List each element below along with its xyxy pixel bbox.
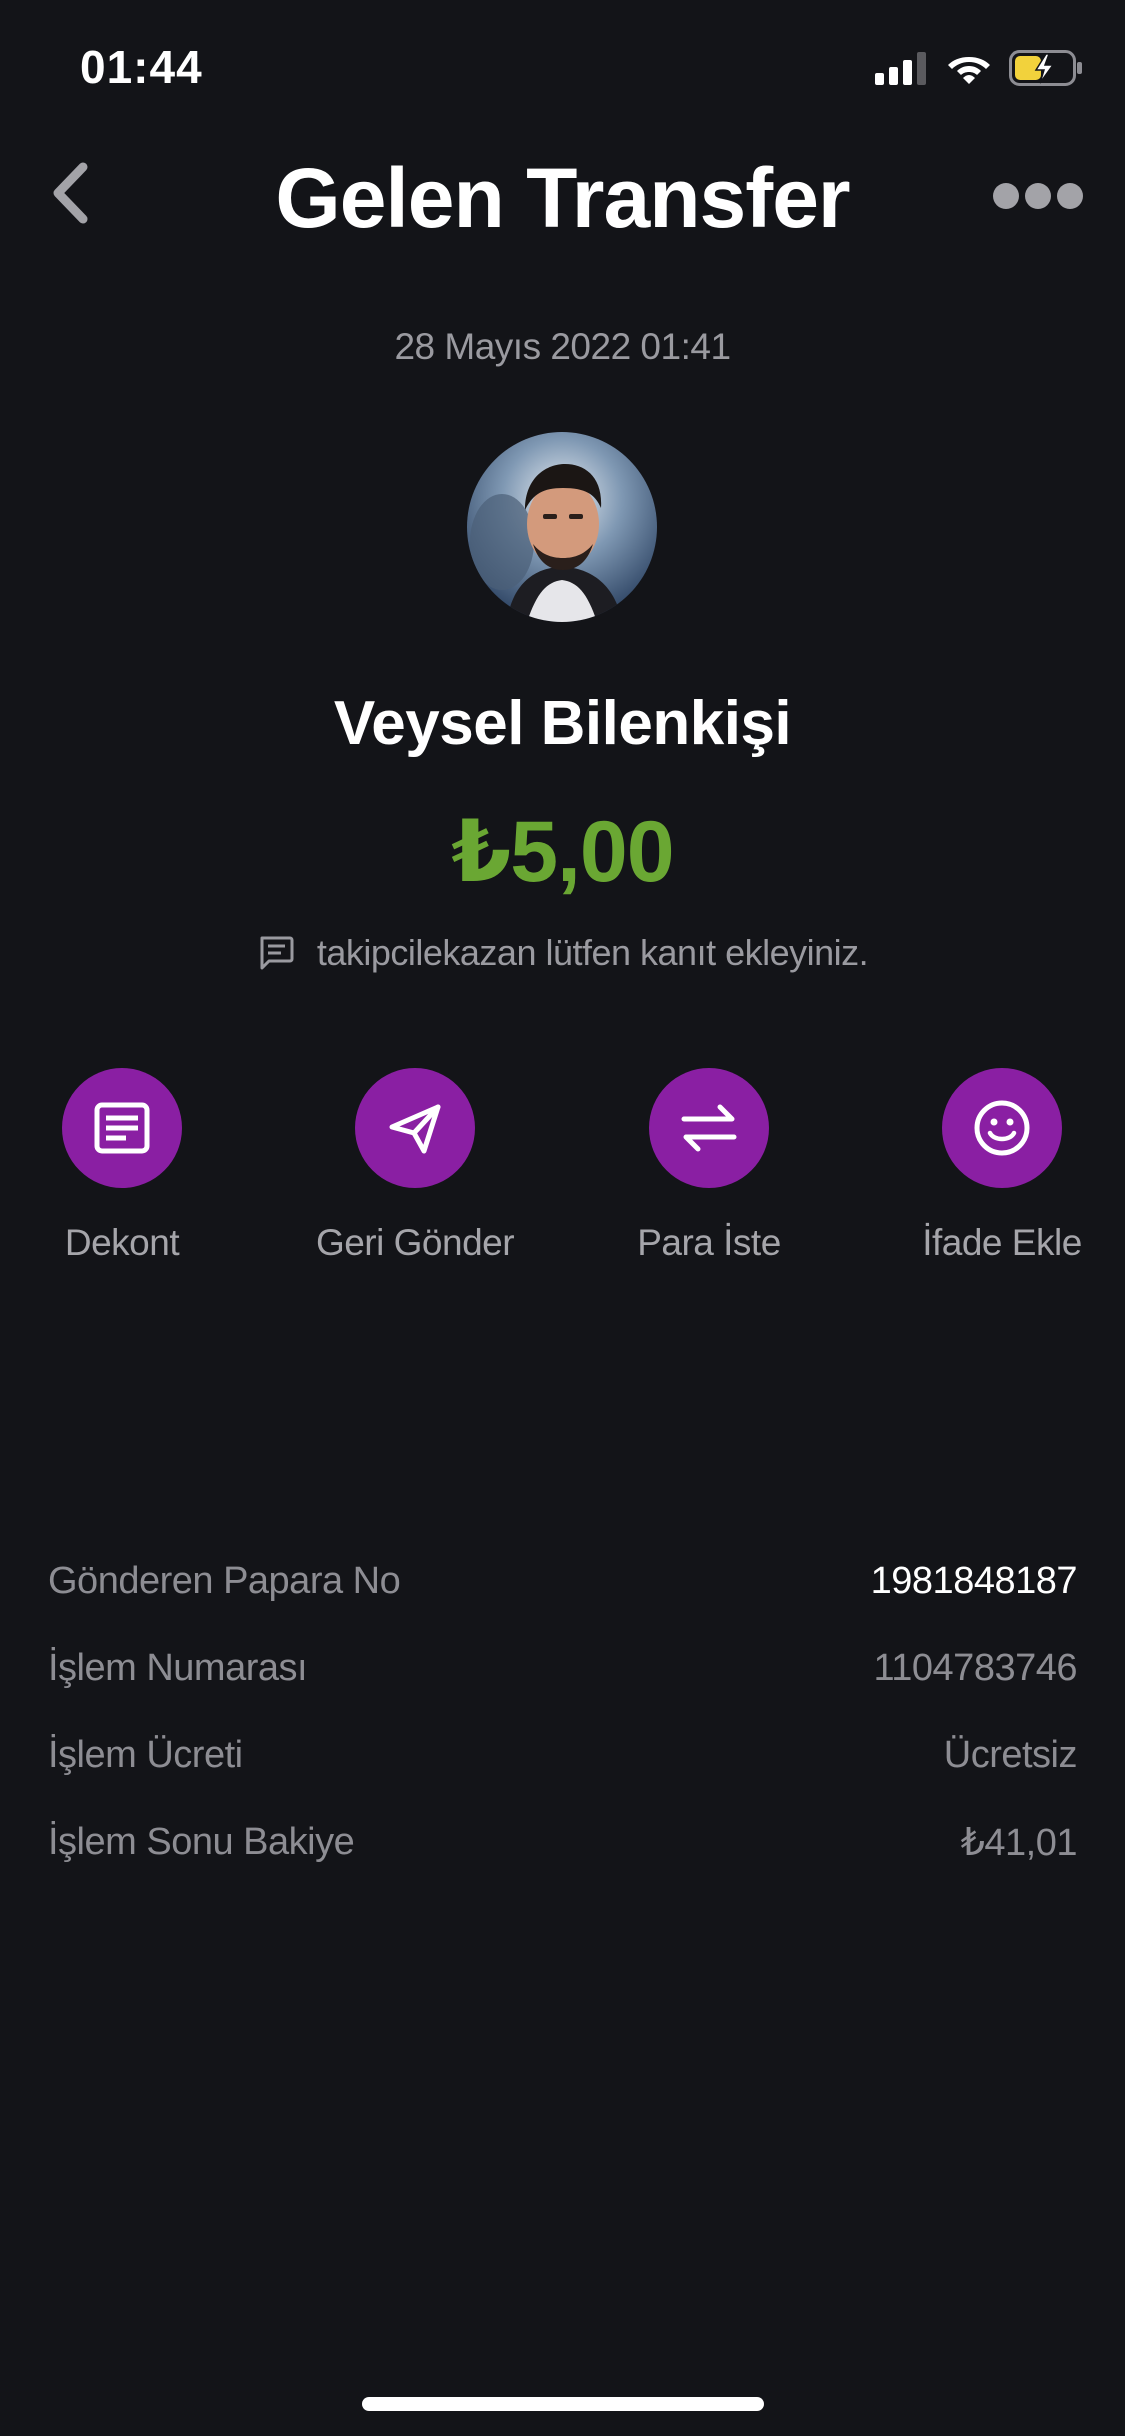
wifi-icon [948, 57, 990, 84]
transaction-date: 28 Mayıs 2022 01:41 [394, 326, 731, 367]
detail-row-transaction-no: İşlem Numarası 1104783746 [48, 1625, 1077, 1712]
detail-row-fee: İşlem Ücreti Ücretsiz [48, 1712, 1078, 1799]
swap-arrows-icon [681, 1104, 737, 1152]
sender-avatar [467, 432, 657, 622]
page-title: Gelen Transfer [275, 151, 850, 245]
detail-row-balance: İşlem Sonu Bakiye ₺41,01 [48, 1799, 1078, 1886]
smiley-icon [974, 1100, 1030, 1156]
transfer-detail-screen: 01:44 Gelen Transfer 28 Mayıs 2022 01:41… [0, 0, 1125, 2436]
more-dot [1057, 183, 1083, 209]
send-back-button-label: Geri Gönder [315, 1222, 515, 1263]
receipt-button[interactable]: Dekont [2, 1068, 242, 1264]
transfer-amount: ₺5,00 [451, 804, 674, 900]
send-icon [389, 1104, 441, 1154]
detail-label: Gönderen Papara No [48, 1560, 401, 1602]
battery-charging-icon [1009, 50, 1082, 86]
detail-value: 1104783746 [873, 1647, 1077, 1689]
send-back-button-circle[interactable] [355, 1068, 475, 1188]
status-time: 01:44 [80, 41, 203, 93]
more-dot [993, 183, 1019, 209]
send-back-button[interactable]: Geri Gönder [295, 1068, 535, 1264]
detail-value: Ücretsiz [943, 1734, 1078, 1776]
more-options-button[interactable] [993, 178, 1083, 214]
add-reaction-button-circle[interactable] [942, 1068, 1062, 1188]
add-reaction-button-label: İfade Ekle [922, 1222, 1082, 1263]
detail-value: ₺41,01 [960, 1822, 1078, 1864]
receipt-icon [94, 1102, 150, 1154]
sender-name: Veysel Bilenkişi [333, 689, 792, 758]
detail-label: İşlem Sonu Bakiye [48, 1821, 355, 1863]
request-money-button-label: Para İste [637, 1222, 781, 1263]
signal-icon [875, 52, 926, 85]
transaction-details: Gönderen Papara No 1981848187 İşlem Numa… [48, 1538, 1078, 1886]
note-text: takipcilekazan lütfen kanıt ekleyiniz. [316, 932, 869, 973]
action-buttons: Dekont Geri Gönder Para İste İfade Ekle [0, 1068, 1125, 1288]
receipt-button-label: Dekont [64, 1222, 180, 1263]
detail-row-sender-no: Gönderen Papara No 1981848187 [48, 1538, 1078, 1625]
more-dot [1025, 183, 1051, 209]
request-money-button[interactable]: Para İste [589, 1068, 829, 1264]
transfer-note: takipcilekazan lütfen kanıt ekleyiniz. [0, 932, 1125, 974]
message-icon [260, 936, 294, 970]
add-reaction-button[interactable]: İfade Ekle [882, 1068, 1122, 1264]
detail-value: 1981848187 [870, 1560, 1078, 1602]
detail-label: İşlem Numarası [48, 1647, 308, 1689]
request-money-button-circle[interactable] [649, 1068, 769, 1188]
home-indicator[interactable] [362, 2397, 764, 2411]
status-icons [875, 44, 1083, 92]
receipt-button-circle[interactable] [62, 1068, 182, 1188]
detail-label: İşlem Ücreti [48, 1734, 243, 1776]
